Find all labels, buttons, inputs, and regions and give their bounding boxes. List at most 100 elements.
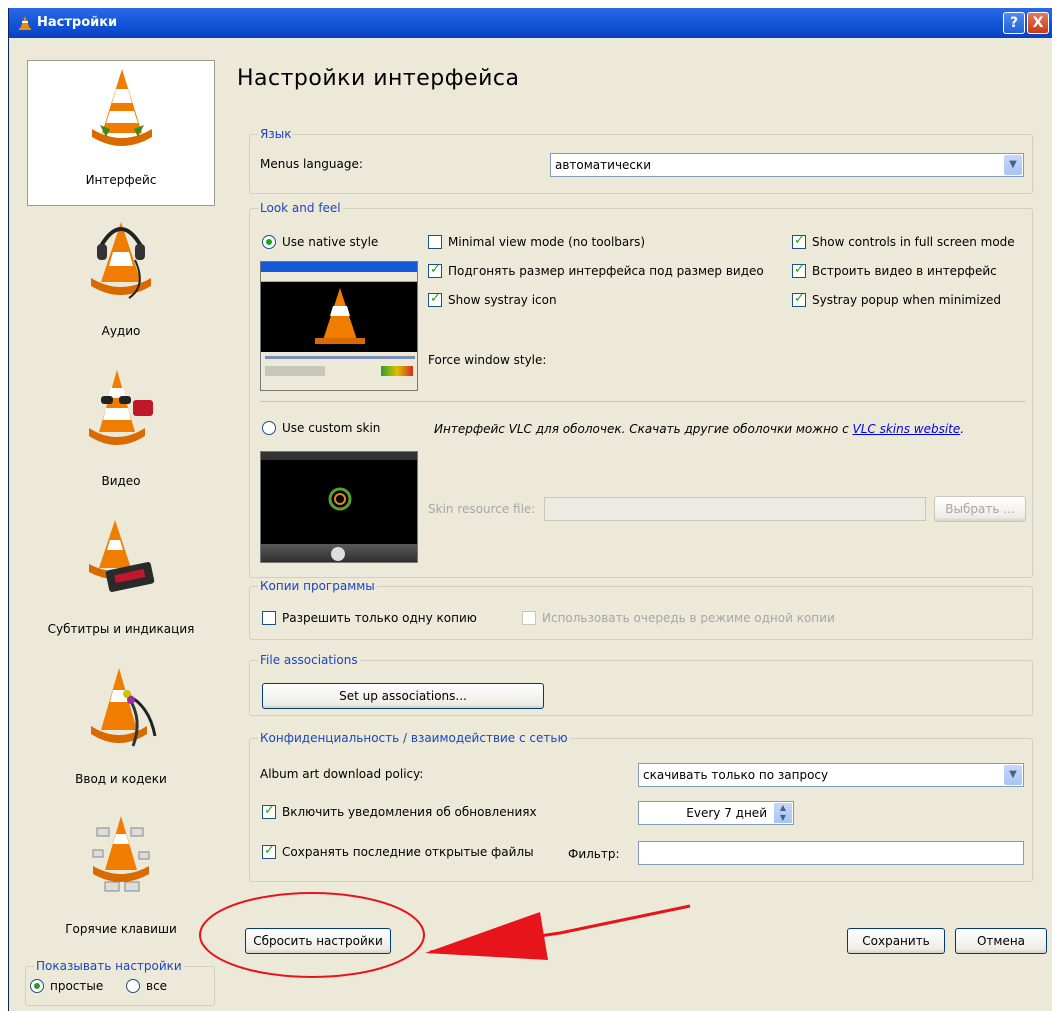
sidebar-item-audio[interactable]: Аудио	[27, 210, 215, 356]
filter-input[interactable]	[638, 841, 1024, 865]
native-style-label: Use native style	[282, 235, 379, 249]
page-title: Настройки интерфейса	[237, 66, 520, 91]
resize-interface-checkbox[interactable]: Подгонять размер интерфейса под размер в…	[428, 262, 764, 278]
sidebar-item-label: Видео	[101, 474, 141, 488]
language-group: Язык Menus language: автоматически ▼	[249, 127, 1033, 194]
sidebar-item-label: Горячие клавиши	[65, 922, 177, 936]
vlc-cone-preview-icon	[315, 288, 365, 344]
update-notify-checkbox[interactable]: Включить уведомления об обновлениях	[262, 803, 537, 819]
sidebar-item-input-codecs[interactable]: Ввод и кодеки	[27, 658, 215, 804]
sidebar-item-subtitles[interactable]: Субтитры и индикация	[27, 508, 215, 654]
force-window-style-label: Force window style:	[428, 353, 547, 367]
vlc-cone-subtitles-icon	[89, 520, 155, 592]
chevron-down-icon[interactable]: ▼	[1004, 765, 1022, 785]
show-simple-radio[interactable]: простые	[30, 979, 103, 993]
enqueue-label: Использовать очередь в режиме одной копи…	[542, 611, 835, 625]
sidebar-item-hotkeys[interactable]: Горячие клавиши	[27, 808, 215, 954]
instances-group: Копии программы Разрешить только одну ко…	[249, 579, 1033, 640]
privacy-legend: Конфиденциальность / взаимодействие с се…	[258, 731, 570, 745]
one-instance-label: Разрешить только одну копию	[282, 611, 477, 625]
show-settings-legend: Показывать настройки	[34, 959, 184, 973]
checkbox-indicator[interactable]	[428, 262, 442, 278]
cancel-button[interactable]: Отмена	[955, 928, 1047, 954]
vlc-cone-cables-icon	[91, 668, 157, 747]
vlc-skins-link[interactable]: VLC skins website	[852, 422, 960, 436]
choose-skin-button[interactable]: Выбрать ...	[934, 496, 1026, 522]
embed-video-checkbox[interactable]: Встроить видео в интерфейс	[792, 262, 997, 278]
vlc-cone-headphones-icon	[91, 222, 151, 299]
systray-popup-checkbox[interactable]: Systray popup when minimized	[792, 291, 1001, 307]
filter-label: Фильтр:	[568, 847, 620, 861]
sidebar-item-label: Аудио	[101, 324, 141, 338]
vlc-cone-interface-icon	[92, 69, 152, 146]
checkbox-indicator[interactable]	[428, 235, 442, 249]
checkbox-indicator[interactable]	[522, 611, 536, 625]
skin-resource-label: Skin resource file:	[428, 502, 536, 516]
fullscreen-controls-label: Show controls in full screen mode	[812, 235, 1015, 249]
set-up-associations-button[interactable]: Set up associations...	[262, 683, 544, 709]
file-associations-group: File associations Set up associations...	[249, 653, 1033, 716]
show-simple-label: простые	[50, 979, 104, 993]
spin-arrows-icon[interactable]: ▲ ▼	[774, 803, 792, 823]
checkbox-indicator[interactable]	[262, 843, 276, 859]
radio-indicator[interactable]	[262, 421, 276, 435]
vlc-cone-keyboard-icon	[92, 816, 150, 892]
fullscreen-controls-checkbox[interactable]: Show controls in full screen mode	[792, 233, 1015, 249]
show-all-radio[interactable]: все	[126, 979, 167, 993]
chevron-down-icon[interactable]: ▼	[1004, 155, 1022, 175]
skin-note-text: Интерфейс VLC для оболочек. Скачать друг…	[434, 422, 853, 436]
enqueue-checkbox[interactable]: Использовать очередь в режиме одной копи…	[522, 611, 835, 625]
checkbox-indicator[interactable]	[262, 611, 276, 625]
close-button[interactable]: X	[1027, 12, 1049, 34]
reset-settings-button[interactable]: Сбросить настройки	[245, 928, 391, 954]
update-interval-value: Every 7 дней	[686, 806, 767, 820]
systray-icon-checkbox[interactable]: Show systray icon	[428, 291, 557, 307]
custom-skin-radio[interactable]: Use custom skin	[262, 421, 380, 435]
native-style-radio[interactable]: Use native style	[262, 235, 378, 249]
sidebar-item-video[interactable]: Видео	[27, 360, 215, 506]
checkbox-indicator[interactable]	[792, 233, 806, 249]
look-and-feel-legend: Look and feel	[258, 201, 343, 215]
vlc-cone-icon	[19, 16, 31, 30]
language-legend: Язык	[258, 127, 294, 141]
one-instance-checkbox[interactable]: Разрешить только одну копию	[262, 611, 477, 625]
systray-icon-label: Show systray icon	[448, 293, 557, 307]
privacy-group: Конфиденциальность / взаимодействие с се…	[249, 731, 1033, 882]
album-art-label: Album art download policy:	[260, 767, 424, 781]
embed-video-label: Встроить видео в интерфейс	[812, 264, 997, 278]
look-and-feel-group: Look and feel Use native style Minimal v…	[249, 201, 1033, 578]
sidebar-item-label: Ввод и кодеки	[75, 772, 167, 786]
checkbox-indicator[interactable]	[792, 262, 806, 278]
sidebar-item-label: Интерфейс	[85, 173, 157, 187]
album-art-select[interactable]: скачивать только по запросу ▼	[638, 763, 1024, 787]
instances-legend: Копии программы	[258, 579, 377, 593]
update-notify-label: Включить уведомления об обновлениях	[282, 805, 537, 819]
radio-indicator[interactable]	[262, 235, 276, 249]
resize-interface-label: Подгонять размер интерфейса под размер в…	[448, 264, 764, 278]
custom-skin-label: Use custom skin	[282, 421, 381, 435]
menus-language-select[interactable]: автоматически ▼	[550, 153, 1024, 177]
sidebar-item-interface[interactable]: Интерфейс	[27, 60, 215, 206]
divider	[260, 401, 1026, 402]
menus-language-label: Menus language:	[260, 157, 363, 171]
save-recent-label: Сохранять последние открытые файлы	[282, 845, 534, 859]
skin-resource-input[interactable]	[544, 497, 926, 521]
sidebar-item-label: Субтитры и индикация	[47, 622, 195, 636]
radio-indicator[interactable]	[126, 979, 140, 993]
checkbox-indicator[interactable]	[792, 291, 806, 307]
checkbox-indicator[interactable]	[428, 291, 442, 307]
title-bar[interactable]: Настройки ? X	[9, 8, 1052, 38]
save-recent-checkbox[interactable]: Сохранять последние открытые файлы	[262, 843, 534, 859]
file-associations-legend: File associations	[258, 653, 360, 667]
skin-note-end: .	[960, 422, 965, 436]
custom-skin-preview	[260, 451, 418, 563]
minimal-view-label: Minimal view mode (no toolbars)	[448, 235, 646, 249]
minimal-view-checkbox[interactable]: Minimal view mode (no toolbars)	[428, 235, 645, 249]
checkbox-indicator[interactable]	[262, 803, 276, 819]
radio-indicator[interactable]	[30, 979, 44, 993]
album-art-value: скачивать только по запросу	[643, 768, 829, 782]
window-title: Настройки	[37, 15, 118, 30]
help-button[interactable]: ?	[1003, 12, 1025, 34]
update-interval-spinbox[interactable]: Every 7 дней ▲ ▼	[638, 801, 794, 825]
save-button[interactable]: Сохранить	[847, 928, 945, 954]
